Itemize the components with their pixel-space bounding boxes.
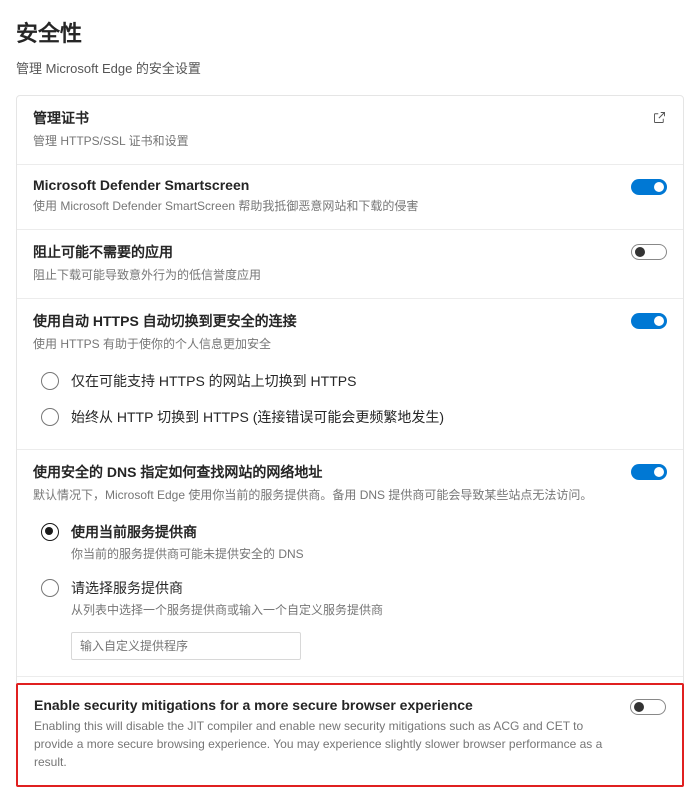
auto-https-toggle[interactable]: [631, 313, 667, 329]
row-title: Enable security mitigations for a more s…: [34, 697, 666, 713]
row-desc: 使用 Microsoft Defender SmartScreen 帮助我抵御恶…: [33, 197, 667, 215]
radio-label: 仅在可能支持 HTTPS 的网站上切换到 HTTPS: [71, 371, 667, 391]
dns-custom-provider-input[interactable]: [71, 632, 301, 660]
radio-icon: [41, 408, 59, 426]
row-auto-https: 使用自动 HTTPS 自动切换到更安全的连接 使用 HTTPS 有助于使你的个人…: [17, 299, 683, 450]
secure-dns-radio-group: 使用当前服务提供商 你当前的服务提供商可能未提供安全的 DNS 请选择服务提供商…: [33, 514, 667, 662]
secure-dns-toggle[interactable]: [631, 464, 667, 480]
row-title: 使用自动 HTTPS 自动切换到更安全的连接: [33, 311, 667, 331]
auto-https-radio-group: 仅在可能支持 HTTPS 的网站上切换到 HTTPS 始终从 HTTP 切换到 …: [33, 363, 667, 435]
security-mitigations-toggle[interactable]: [630, 699, 666, 715]
row-smartscreen: Microsoft Defender Smartscreen 使用 Micros…: [17, 165, 683, 230]
row-title: Microsoft Defender Smartscreen: [33, 177, 667, 193]
row-manage-certificates[interactable]: 管理证书 管理 HTTPS/SSL 证书和设置: [17, 96, 683, 165]
row-desc: 默认情况下，Microsoft Edge 使用你当前的服务提供商。备用 DNS …: [33, 486, 667, 504]
row-block-pua: 阻止可能不需要的应用 阻止下载可能导致意外行为的低信誉度应用: [17, 230, 683, 299]
dns-option-choose-provider[interactable]: 请选择服务提供商 从列表中选择一个服务提供商或输入一个自定义服务提供商: [33, 570, 667, 626]
radio-label: 请选择服务提供商: [71, 578, 667, 598]
row-desc: 使用 HTTPS 有助于使你的个人信息更加安全: [33, 335, 667, 353]
radio-icon: [41, 372, 59, 390]
page-title: 安全性: [16, 16, 684, 48]
smartscreen-toggle[interactable]: [631, 179, 667, 195]
pua-toggle[interactable]: [631, 244, 667, 260]
row-desc: 阻止下载可能导致意外行为的低信誉度应用: [33, 266, 667, 284]
auto-https-option-always[interactable]: 始终从 HTTP 切换到 HTTPS (连接错误可能会更频繁地发生): [33, 399, 667, 435]
radio-sublabel: 你当前的服务提供商可能未提供安全的 DNS: [71, 545, 667, 562]
radio-label: 使用当前服务提供商: [71, 522, 667, 542]
radio-sublabel: 从列表中选择一个服务提供商或输入一个自定义服务提供商: [71, 601, 667, 618]
row-title: 阻止可能不需要的应用: [33, 242, 667, 262]
row-secure-dns: 使用安全的 DNS 指定如何查找网站的网络地址 默认情况下，Microsoft …: [17, 450, 683, 677]
auto-https-option-supported[interactable]: 仅在可能支持 HTTPS 的网站上切换到 HTTPS: [33, 363, 667, 399]
page-subtitle: 管理 Microsoft Edge 的安全设置: [16, 58, 684, 77]
row-title: 使用安全的 DNS 指定如何查找网站的网络地址: [33, 462, 667, 482]
row-title: 管理证书: [33, 108, 667, 128]
dns-option-current-provider[interactable]: 使用当前服务提供商 你当前的服务提供商可能未提供安全的 DNS: [33, 514, 667, 570]
external-link-icon[interactable]: [652, 110, 667, 130]
row-desc: 管理 HTTPS/SSL 证书和设置: [33, 132, 667, 150]
security-settings-card: 管理证书 管理 HTTPS/SSL 证书和设置 Microsoft Defend…: [16, 95, 684, 787]
radio-icon: [41, 579, 59, 597]
row-desc: Enabling this will disable the JIT compi…: [34, 717, 666, 771]
radio-icon: [41, 523, 59, 541]
row-security-mitigations: Enable security mitigations for a more s…: [16, 683, 684, 787]
radio-label: 始终从 HTTP 切换到 HTTPS (连接错误可能会更频繁地发生): [71, 407, 667, 427]
